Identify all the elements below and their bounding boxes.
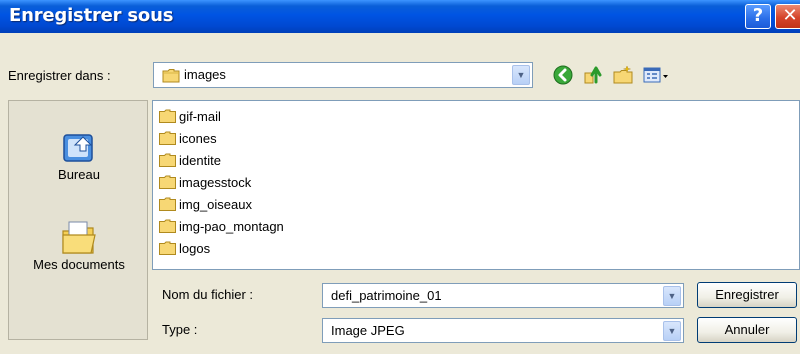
save-in-label: Enregistrer dans :: [8, 68, 111, 83]
folder-icon: [159, 175, 176, 189]
save-in-dropdown[interactable]: images ▼: [153, 62, 533, 88]
place-desktop[interactable]: Bureau: [9, 131, 149, 182]
folder-name: icones: [179, 131, 217, 146]
place-my-documents-label: Mes documents: [33, 257, 125, 272]
folder-name: gif-mail: [179, 109, 221, 124]
file-name-label: Nom du fichier :: [162, 287, 254, 302]
folder-icon: [159, 219, 176, 233]
file-list[interactable]: gif-mail icones identite imagesstock img…: [152, 100, 800, 270]
back-icon[interactable]: [552, 64, 574, 86]
title-bar[interactable]: Enregistrer sous ? ✕: [0, 0, 800, 33]
folder-icon: [159, 197, 176, 211]
help-button[interactable]: ?: [745, 4, 771, 29]
folder-icon: [159, 153, 176, 167]
save-button[interactable]: Enregistrer: [697, 282, 797, 308]
place-my-documents[interactable]: Mes documents: [9, 219, 149, 272]
file-name-value: defi_patrimoine_01: [331, 288, 442, 303]
window-title: Enregistrer sous: [9, 5, 174, 26]
folder-name: img-pao_montagn: [179, 219, 284, 234]
my-documents-icon: [62, 221, 96, 254]
file-type-dropdown[interactable]: Image JPEG ▼: [322, 318, 684, 343]
up-folder-icon[interactable]: [582, 64, 604, 86]
folder-name: identite: [179, 153, 221, 168]
folder-name: img_oiseaux: [179, 197, 252, 212]
save-in-value: images: [184, 67, 226, 82]
cancel-button[interactable]: Annuler: [697, 317, 797, 343]
folder-icon: [159, 109, 176, 123]
folder-icon: [162, 69, 180, 83]
file-type-label: Type :: [162, 322, 198, 337]
chevron-down-icon[interactable]: ▼: [512, 65, 530, 85]
folder-icon: [159, 241, 176, 255]
chevron-down-icon[interactable]: ▼: [663, 286, 681, 306]
desktop-icon: [63, 134, 93, 162]
folder-icon: [159, 131, 176, 145]
folder-name: imagesstock: [179, 175, 252, 190]
new-folder-icon[interactable]: [612, 64, 634, 86]
file-name-input[interactable]: defi_patrimoine_01 ▼: [322, 283, 684, 308]
place-desktop-label: Bureau: [58, 167, 100, 182]
view-menu-icon[interactable]: [642, 64, 670, 86]
folder-name: logos: [179, 241, 211, 256]
chevron-down-icon[interactable]: ▼: [663, 321, 681, 341]
places-bar: Bureau Mes documents: [8, 100, 148, 340]
file-type-value: Image JPEG: [331, 323, 405, 338]
close-button[interactable]: ✕: [775, 4, 800, 29]
